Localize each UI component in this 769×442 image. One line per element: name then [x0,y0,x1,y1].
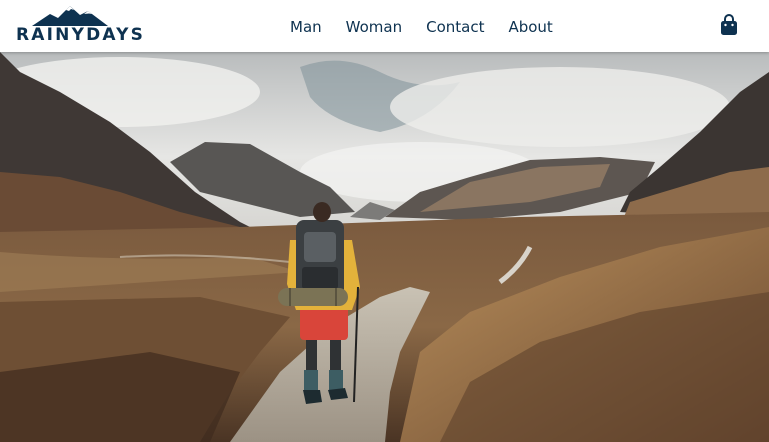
cart-button[interactable] [720,14,738,36]
hiker-on-mountain-trail-photo [0,52,769,442]
hero-banner [0,52,769,442]
shopping-bag-icon [721,14,737,35]
nav-link-man[interactable]: Man [290,18,322,36]
nav-link-woman[interactable]: Woman [346,18,402,36]
navbar: RAINYDAYS Man Woman Contact About [0,0,769,52]
brand-name: RAINYDAYS [16,25,146,45]
mountain-logo-icon [32,6,108,26]
nav-link-contact[interactable]: Contact [426,18,484,36]
nav-link-about[interactable]: About [508,18,552,36]
brand-logo[interactable]: RAINYDAYS [16,6,146,46]
main-nav: Man Woman Contact About [290,18,577,36]
